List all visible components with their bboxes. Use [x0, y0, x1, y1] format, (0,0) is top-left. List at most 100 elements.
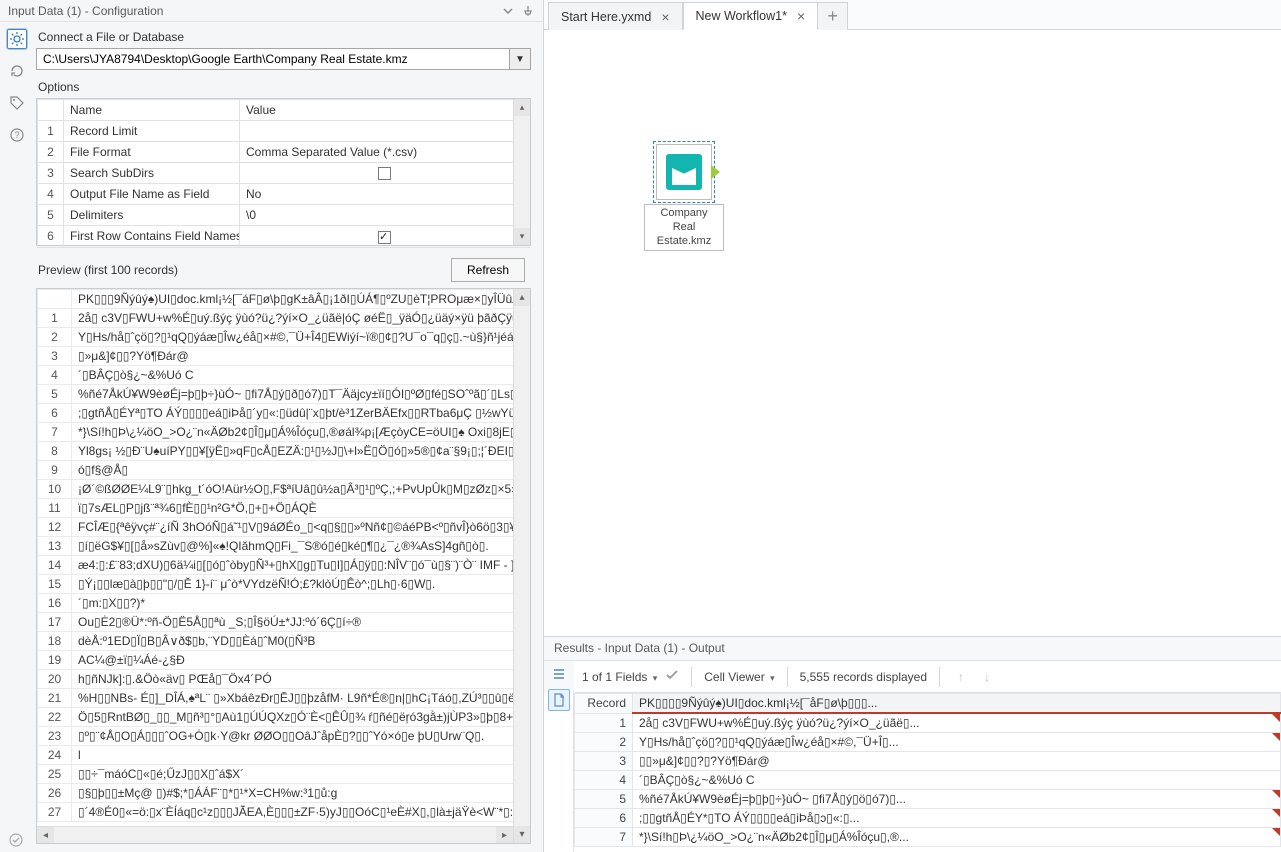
row-number: 13 — [38, 537, 72, 556]
preview-row: 19AC¼@±ï▯¼Áé-¿§Đ — [38, 651, 530, 670]
nav-down-icon[interactable]: ↓ — [978, 668, 996, 686]
results-messages-icon[interactable] — [548, 663, 570, 685]
scroll-down-icon[interactable]: ▾ — [514, 826, 530, 843]
close-icon[interactable]: × — [797, 8, 805, 24]
preview-vscroll[interactable]: ▴ ▾ — [513, 289, 530, 843]
output-port[interactable] — [711, 165, 720, 179]
preview-cell[interactable]: ´▯BÂÇ▯ò§¿~&%Uó C — [72, 366, 530, 385]
tab-new-workflow[interactable]: New Workflow1* × — [683, 2, 819, 30]
results-cell[interactable]: ▯▯»μ&]¢▯▯?▯?Yö¶Đár@ — [633, 752, 1281, 771]
preview-cell[interactable]: ó▯f§@Å▯ — [72, 461, 530, 480]
preview-cell[interactable]: 2å▯ c3V▯FWU+w%É▯uý.ßýç ÿùó?ü¿?ýí×O_¿üãë|… — [72, 309, 530, 328]
input-data-tool[interactable]: Company Real Estate.kmz — [644, 144, 724, 251]
preview-cell[interactable]: ▯í▯ëG$¥▯[▯å»sZùv▯@%]«♠!QIăhmQ▯Fi_¯S®ó▯é▯… — [72, 537, 530, 556]
file-path-input[interactable] — [36, 48, 509, 70]
cell-viewer-label[interactable]: Cell Viewer ▾ — [704, 670, 774, 684]
results-cell[interactable]: ´▯BÂÇ▯ò§¿~&%Uó C — [633, 771, 1281, 790]
preview-cell[interactable]: ´▯m:▯X▯▯?)* — [72, 594, 530, 613]
preview-cell[interactable]: Ou▯Ė2▯®Ü*:ºñ-Ö▯Ë5Å▯▯ªù _S;▯Î§öÚ±*JJ:ºó´6… — [72, 613, 530, 632]
row-number: 17 — [38, 613, 72, 632]
preview-row: 23▯º▯¨¢Å▯O▯Á▯▯▯ˆOG+Ȯ▯k·Y@kr ØØO▯▯OâJˆåpÈ… — [38, 727, 530, 746]
options-col-value: Value — [240, 100, 530, 121]
row-number: 2 — [38, 328, 72, 347]
results-cell[interactable]: ;▯▯gtñÅ▯ÉY*▯TO ÁÝ▯▯▯▯eá▯iÞå▯ɔ▯«:▯... — [633, 809, 1281, 828]
refresh-button[interactable]: Refresh — [451, 258, 525, 282]
preview-row: 13▯í▯ëG$¥▯[▯å»sZùv▯@%]«♠!QIăhmQ▯Fi_¯S®ó▯… — [38, 537, 530, 556]
preview-cell[interactable]: %H▯▯NBs- É▯]_DÎÁ,♠ªL¨ ▯»XbáêzĐr▯ĒJ▯▯þzåf… — [72, 689, 530, 708]
truncation-flag-icon — [1272, 809, 1280, 817]
option-row: 6 First Row Contains Field Names — [38, 226, 530, 247]
results-row: 12å▯ c3V▯FWU+w%É▯uý.ßýç ÿùó?ü¿?ýí×O_¿üãë… — [575, 713, 1281, 733]
scroll-left-icon[interactable]: ◂ — [37, 827, 54, 844]
refresh-tab-icon[interactable] — [6, 60, 28, 82]
results-cell[interactable]: 2å▯ c3V▯FWU+w%É▯uý.ßýç ÿùó?ü¿?ýí×O_¿üãë▯… — [633, 713, 1281, 733]
row-number: 4 — [38, 366, 72, 385]
search-subdirs-checkbox[interactable] — [240, 163, 530, 184]
preview-cell[interactable]: h▯ñNJk]:▯.&Öò«äv▯ PŒå▯¯Öx4´PÓ — [72, 670, 530, 689]
preview-corner — [38, 290, 72, 309]
data-col-header[interactable]: PK▯▯▯▯9Ñýûý♠)UI▯doc.kml¡½[¯åF▯ø\þ▯▯▯... — [633, 694, 1281, 714]
fields-count-label[interactable]: 1 of 1 Fields ▾ — [582, 670, 657, 684]
scroll-up-icon[interactable]: ▴ — [514, 289, 530, 306]
preview-cell[interactable]: l — [72, 746, 530, 765]
fields-check-icon[interactable] — [665, 668, 679, 685]
preview-cell[interactable]: ¡Ø´©ßØØE¼L9¨▯hkg_t´óO!Aür½O▯,F$ªíUâ▯û½a▯… — [72, 480, 530, 499]
preview-cell[interactable]: æ4:▯:£¨83;dXU)▯6ä¼i▯[▯ó▯ˆòby▯Ñ³+▯hX▯g▯Tu… — [72, 556, 530, 575]
record-col-header[interactable]: Record — [575, 694, 633, 714]
preview-cell[interactable]: ▯▯÷¯máóC▯«▯é;ŰzJ▯▯X▯ˆá$X´ — [72, 765, 530, 784]
collapse-icon[interactable] — [501, 4, 515, 18]
preview-row: 15▯Ý¡▯▯læ▯à▯þ▯▯"▯/▯Ě 1}-í¨ μˆò*VYdzëÑ!Ó;… — [38, 575, 530, 594]
row-number: 10 — [38, 480, 72, 499]
config-pane: Input Data (1) - Configuration ? — [0, 0, 544, 852]
preview-cell[interactable]: ▯º▯¨¢Å▯O▯Á▯▯▯ˆOG+Ȯ▯k·Y@kr ØØO▯▯OâJˆåpÈ▯?… — [72, 727, 530, 746]
preview-cell[interactable]: dèÅ:º1ED▯Ï▯B▯Â∨ð$▯b,¨YD▯▯Èá▯ˆM0(▯Ñ³B — [72, 632, 530, 651]
scroll-up-icon[interactable]: ▴ — [514, 99, 530, 116]
preview-cell[interactable]: Ö▯5▯RntBØ▯_▯▯_M▯ñ³▯°▯Aù1▯ÚÚQXz▯Ó¨È<▯ÊÛ▯¾… — [72, 708, 530, 727]
preview-cell[interactable]: ▯§▯þ▯▯±Mç@ ▯)#$;*▯ÁÁF¨▯*▯¹*X=CH%w:³1▯ů:g — [72, 784, 530, 803]
row-number: 8 — [38, 442, 72, 461]
preview-cell[interactable]: *}\Sí!h▯Þ\¿¼öO_>O¿¨n«ÄØb2¢▯Î▯μ▯Á%Îóçu▯,®… — [72, 423, 530, 442]
status-icon — [8, 832, 24, 848]
preview-cell[interactable]: %ñé7ÅkÚ¥W9èøÉj=þ▯þ÷}ùÓ~ ▯fi7Å▯ý▯ð▯ó7)▯T¯… — [72, 385, 530, 404]
results-cell[interactable]: Y▯Hs/hå▯ˆçö▯?▯▯¹qQ▯ýáæ▯Îw¿éå▯×#©,¯Ü+Î▯..… — [633, 733, 1281, 752]
preview-hscroll[interactable]: ◂ ▸ — [37, 826, 513, 843]
preview-row: 12å▯ c3V▯FWU+w%É▯uý.ßýç ÿùó?ü¿?ýí×O_¿üãë… — [38, 309, 530, 328]
row-number: 23 — [38, 727, 72, 746]
tab-start-here[interactable]: Start Here.yxmd × — [548, 2, 683, 30]
scroll-right-icon[interactable]: ▸ — [496, 827, 513, 844]
annotation-tab-icon[interactable] — [6, 92, 28, 114]
preview-cell[interactable]: AC¼@±ï▯¼Áé-¿§Đ — [72, 651, 530, 670]
preview-cell[interactable]: ▯»μ&]¢▯▯?Yö¶Đár@ — [72, 347, 530, 366]
delimiters-value[interactable]: \0 — [240, 205, 530, 226]
pin-icon[interactable] — [521, 4, 535, 18]
preview-cell[interactable]: ï▯7sÆL▯P▯jß¨ª¾6▯fÈ▯▯¹n²G*Ö,▯+▯+Ö▯ÁQÈ — [72, 499, 530, 518]
preview-cell[interactable]: Y▯Hs/hå▯ˆçö▯?▯¹qQ▯ýáæ▯Îw¿éå▯×#©,¯Ü+Î4▯EW… — [72, 328, 530, 347]
config-tab-icon[interactable] — [6, 28, 28, 50]
results-row: 7*}\Sí!h▯Þ\¿¼öO_>O¿¨n«ÄØb2¢▯Î▯μ▯Á%Îóçu▯,… — [575, 828, 1281, 847]
option-row: 4 Output File Name as Field No▾ — [38, 184, 530, 205]
add-tab-button[interactable]: + — [818, 2, 848, 30]
file-format-select[interactable]: Comma Separated Value (*.csv)▾ — [240, 142, 530, 163]
config-content: Connect a File or Database ▼ Options Nam… — [34, 22, 543, 852]
results-cell[interactable]: %ñé7ÅkÚ¥W9èøÉj=þ▯þ▯÷}ùÓ~ ▯fi7Å▯ý▯ö▯ó7)▯.… — [633, 790, 1281, 809]
preview-row: 24l — [38, 746, 530, 765]
help-tab-icon[interactable]: ? — [6, 124, 28, 146]
results-row: 5%ñé7ÅkÚ¥W9èøÉj=þ▯þ▯÷}ùÓ~ ▯fi7Å▯ý▯ö▯ó7)▯… — [575, 790, 1281, 809]
file-path-dropdown-icon[interactable]: ▼ — [509, 48, 531, 70]
record-limit-value[interactable] — [240, 121, 530, 142]
preview-cell[interactable]: Yl8gs¡ ½▯Ð¨U♠uíPY▯▯¥[ÿË▯»qF▯cÅ▯EZÄ:▯¹▯½J… — [72, 442, 530, 461]
results-cell[interactable]: *}\Sí!h▯Þ\¿¼öO_>O¿¨n«ÄØb2¢▯Î▯μ▯Á%Îóçu▯,®… — [633, 828, 1281, 847]
options-scrollbar[interactable]: ▴ ▾ — [513, 99, 530, 245]
preview-cell[interactable]: ▯´4®É0▯«=ö:▯x¨ÈÍáq▯c¹z▯▯▯JÃEA,È▯▯▯±ZF·5)… — [72, 803, 530, 822]
preview-cell[interactable]: ;▯gtñÅ▯ÉYª▯TO ÁÝ▯▯▯▯eá▯iÞå▯´y▯«:▯üdû|¨x▯… — [72, 404, 530, 423]
preview-cell[interactable]: ▯Ý¡▯▯læ▯à▯þ▯▯"▯/▯Ě 1}-í¨ μˆò*VYdzëÑ!Ó;£?… — [72, 575, 530, 594]
results-data-icon[interactable] — [548, 689, 570, 711]
workflow-canvas[interactable]: Company Real Estate.kmz — [544, 30, 1281, 636]
close-icon[interactable]: × — [661, 9, 669, 25]
output-filename-select[interactable]: No▾ — [240, 184, 530, 205]
preview-row: 17Ou▯Ė2▯®Ü*:ºñ-Ö▯Ë5Å▯▯ªù _S;▯Î§öÚ±*JJ:ºó… — [38, 613, 530, 632]
nav-up-icon[interactable]: ↑ — [952, 668, 970, 686]
scroll-down-icon[interactable]: ▾ — [514, 228, 530, 245]
preview-cell[interactable]: FCÎÆ▯{ªêÿvç#¨¿íÑ 3hOóÑ▯á˜¹▯V▯9áØÉo_▯<q▯§… — [72, 518, 530, 537]
first-row-headers-checkbox[interactable] — [240, 226, 530, 247]
